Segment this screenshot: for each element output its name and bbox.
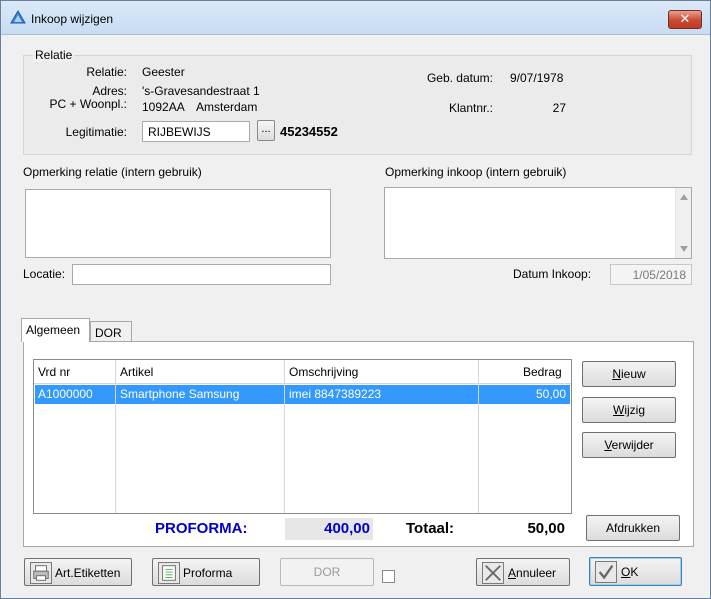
scroll-down-icon [680,246,688,252]
opmerking-inkoop-scrollbar[interactable] [675,188,691,258]
woonplaats-value: Amsterdam [196,100,258,114]
legitimatie-field[interactable]: RIJBEWIJS [142,121,250,142]
inkoop-grid[interactable]: Vrd nr Artikel Omschrijving Bedrag A1000… [33,359,572,514]
ok-mnemonic: O [621,565,631,579]
afdrukken-label: Afdrukken [605,521,661,535]
afdrukken-button[interactable]: Afdrukken [586,515,680,541]
tab-algemeen[interactable]: Algemeen [21,318,90,342]
column-header-artikel[interactable]: Artikel [120,365,153,379]
adres-value: 's-Gravesandestraat 1 [142,84,260,98]
legitimatie-browse-button[interactable]: ... [257,120,275,141]
column-divider [284,360,285,513]
wijzig-label: ijzig [624,403,645,417]
cell-vrd-nr: A1000000 [38,387,93,401]
legitimatie-value: RIJBEWIJS [148,125,211,139]
opmerking-relatie-label: Opmerking relatie (intern gebruik) [23,165,202,179]
tab-dor-label: DOR [95,326,122,340]
printer-icon [30,562,52,584]
adres-label: Adres: [92,84,127,98]
close-button[interactable]: ✕ [668,10,702,29]
dor-button-label: DOR [313,565,341,579]
close-icon: ✕ [679,11,691,26]
geboortedatum-label: Geb. datum: [426,71,493,85]
cell-omschrijving: imei 8847389223 [289,387,382,401]
cell-artikel: Smartphone Samsung [120,387,240,401]
annuleer-label: nnuleer [516,566,557,580]
wijzig-mnemonic: W [613,403,625,417]
verwijder-button[interactable]: Verwijder [582,432,676,458]
proforma-value-box: 400,00 [285,518,373,540]
nieuw-label: ieuw [620,367,646,381]
nieuw-button[interactable]: Nieuw [582,361,676,387]
tab-dor[interactable]: DOR [90,321,132,341]
verwijder-mnemonic: V [604,438,612,452]
proforma-button-label: Proforma [183,566,233,580]
wijzig-button[interactable]: Wijzig [582,397,676,423]
list-icon [158,562,180,584]
tab-algemeen-label: Algemeen [26,323,81,337]
ok-label: K [630,565,639,579]
column-header-vrd-nr[interactable]: Vrd nr [38,365,70,379]
datum-inkoop-label: Datum Inkoop: [513,267,592,281]
app-triangle-icon [10,10,26,24]
annuleer-button[interactable]: Annuleer [476,558,570,586]
postcode-value: 1092AA [142,100,185,114]
column-header-omschrijving[interactable]: Omschrijving [289,365,358,379]
locatie-label: Locatie: [23,267,66,281]
relatie-label: Relatie: [86,65,127,79]
proforma-label: PROFORMA: [155,520,248,537]
totaal-label: Totaal: [406,520,455,537]
totaal-value: 50,00 [527,520,565,537]
dor-button[interactable]: DOR [280,558,374,586]
relatie-legend: Relatie [33,48,75,62]
legitimatie-label: Legitimatie: [65,125,127,139]
checkmark-icon [595,561,617,583]
scroll-up-icon [680,194,688,200]
art-etiketten-label: Art.Etiketten [55,566,121,580]
dor-checkbox[interactable] [382,570,395,583]
verwijder-label: erwijder [611,438,654,452]
cancel-x-icon [482,562,504,584]
relatie-value: Geester [142,65,185,79]
title-bar[interactable]: Inkoop wijzigen ✕ [1,1,710,35]
proforma-button[interactable]: Proforma [152,558,260,586]
nieuw-mnemonic: N [612,367,621,381]
column-divider [115,360,116,513]
opmerking-relatie-textarea[interactable] [25,189,331,258]
klantnr-value: 27 [552,101,566,115]
art-etiketten-button[interactable]: Art.Etiketten [24,558,132,586]
cell-bedrag: 50,00 [535,387,566,401]
klantnr-label: Klantnr.: [448,101,493,115]
column-header-bedrag[interactable]: Bedrag [523,365,562,379]
ok-button[interactable]: OK [589,557,682,586]
pc-woonplaats-label: PC + Woonpl.: [49,97,127,111]
locatie-input[interactable] [72,264,331,285]
legitimatie-number: 45234552 [280,124,338,139]
window-title: Inkoop wijzigen [31,12,114,26]
datum-inkoop-value: 1/05/2018 [632,268,686,282]
opmerking-inkoop-textarea[interactable] [384,187,692,259]
column-divider [478,360,479,513]
datum-inkoop-field[interactable]: 1/05/2018 [610,264,692,285]
dialog-window: Inkoop wijzigen ✕ Relatie Relatie: Geest… [0,0,711,599]
geboortedatum-value: 9/07/1978 [510,71,564,85]
proforma-value: 400,00 [324,520,370,537]
annuleer-mnemonic: A [508,566,517,580]
opmerking-inkoop-label: Opmerking inkoop (intern gebruik) [385,165,567,179]
